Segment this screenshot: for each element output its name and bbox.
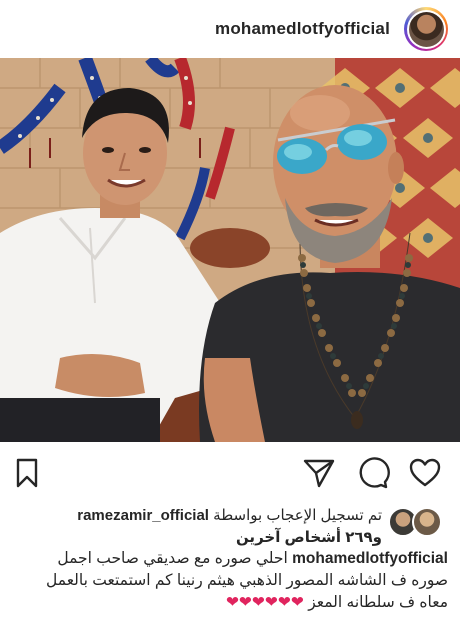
profile-avatar[interactable] bbox=[404, 7, 448, 51]
likes-line-2: و٢٦٩ أشخاص آخرين bbox=[236, 528, 382, 546]
post-header: mohamedlotfyofficial bbox=[0, 0, 460, 58]
post-caption: mohamedlotfyofficial احلي صوره مع صديقي … bbox=[12, 548, 448, 614]
post-author-username[interactable]: mohamedlotfyofficial bbox=[215, 19, 390, 39]
bookmark-icon[interactable] bbox=[10, 456, 44, 490]
caption-line-1: mohamedlotfyofficial احلي صوره مع صديقي … bbox=[12, 548, 448, 570]
likes-others[interactable]: و٢٦٩ أشخاص آخرين bbox=[236, 529, 382, 546]
avatar-inner bbox=[406, 9, 446, 49]
caption-text-3: معاه ف سلطانه المعز bbox=[308, 594, 448, 611]
caption-text-1: احلي صوره مع صديقي صاحب اجمل bbox=[57, 550, 288, 567]
caption-text-2: صوره ف الشاشه المصور الذهبي هيثم رنينا ك… bbox=[46, 572, 448, 589]
comment-icon[interactable] bbox=[356, 456, 390, 490]
post-action-bar bbox=[0, 450, 460, 496]
avatar-photo bbox=[408, 11, 444, 47]
caption-username[interactable]: mohamedlotfyofficial bbox=[292, 550, 448, 567]
liker-username[interactable]: ramezamir_official bbox=[77, 507, 209, 524]
hearts-emoji: ❤❤❤❤❤❤ bbox=[225, 594, 304, 611]
post-photo-illustration bbox=[0, 58, 460, 442]
liker-avatars[interactable] bbox=[388, 507, 444, 537]
liker-avatar bbox=[412, 507, 442, 537]
likes-line-1: تم تسجيل الإعجاب بواسطة ramezamir_offici… bbox=[77, 506, 382, 524]
likes-prefix: تم تسجيل الإعجاب بواسطة bbox=[213, 507, 382, 524]
likes-section: تم تسجيل الإعجاب بواسطة ramezamir_offici… bbox=[0, 500, 460, 546]
send-icon[interactable] bbox=[302, 456, 336, 490]
like-icon[interactable] bbox=[408, 456, 442, 490]
caption-line-3: معاه ف سلطانه المعز ❤❤❤❤❤❤ bbox=[12, 592, 448, 614]
post-photo[interactable] bbox=[0, 58, 460, 442]
